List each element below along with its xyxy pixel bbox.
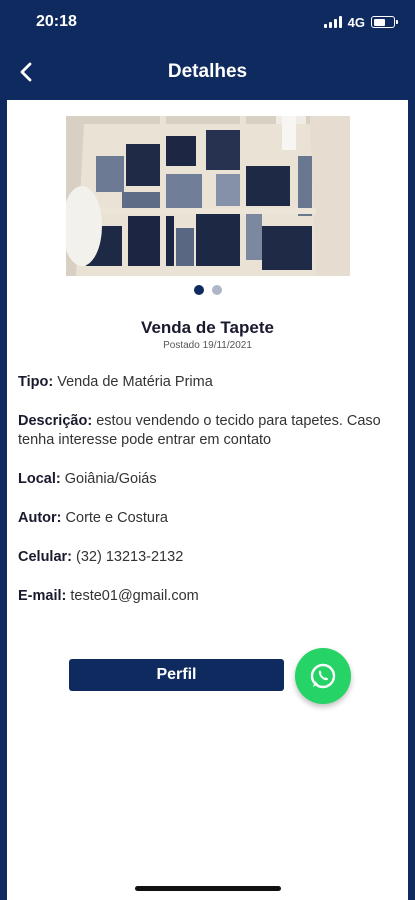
- detail-phone: Celular: (32) 13213-2132: [18, 548, 403, 567]
- detail-label: Local:: [18, 471, 61, 487]
- rug-photo: [66, 116, 350, 276]
- back-button[interactable]: [10, 56, 42, 88]
- detail-location: Local: Goiânia/Goiás: [18, 470, 403, 489]
- app-screen: 20:18 4G Detalhes Venda de Tapete Postad…: [0, 0, 415, 900]
- signal-icon: [323, 16, 342, 28]
- whatsapp-icon: [310, 663, 336, 689]
- detail-label: Tipo:: [18, 374, 54, 390]
- chevron-left-icon: [20, 62, 32, 82]
- detail-value: Corte e Costura: [65, 510, 168, 526]
- network-type: 4G: [347, 14, 365, 30]
- detail-value: Venda de Matéria Prima: [57, 374, 213, 390]
- detail-value[interactable]: teste01@gmail.com: [70, 588, 198, 604]
- carousel-indicator: [7, 285, 408, 295]
- detail-description: Descrição: estou vendendo o tecido para …: [18, 412, 403, 450]
- detail-type: Tipo: Venda de Matéria Prima: [18, 373, 403, 392]
- carousel-dot[interactable]: [211, 285, 222, 295]
- carousel-dot[interactable]: [193, 285, 204, 295]
- posted-date: Postado 19/11/2021: [163, 340, 252, 351]
- detail-label: Autor:: [18, 510, 62, 526]
- battery-icon: [371, 16, 398, 28]
- detail-label: Descrição:: [18, 413, 93, 429]
- profile-button[interactable]: Perfil: [69, 659, 284, 691]
- home-indicator: [135, 886, 281, 891]
- status-time: 20:18: [36, 13, 77, 30]
- page-title: Detalhes: [167, 61, 248, 82]
- app-header: Detalhes: [0, 44, 415, 100]
- detail-value: Goiânia/Goiás: [64, 471, 157, 487]
- detail-label: Celular:: [18, 549, 72, 565]
- whatsapp-button[interactable]: [295, 648, 351, 704]
- details-card: Venda de Tapete Postado 19/11/2021 Tipo:…: [7, 100, 408, 900]
- detail-email: E-mail: teste01@gmail.com: [18, 587, 403, 606]
- product-image[interactable]: [66, 116, 350, 276]
- status-indicators: 4G: [323, 14, 398, 30]
- status-bar: 20:18 4G: [0, 0, 415, 44]
- battery-level: [373, 18, 385, 26]
- ad-title: Venda de Tapete: [141, 318, 274, 337]
- detail-value[interactable]: (32) 13213-2132: [76, 549, 183, 565]
- detail-label: E-mail:: [18, 588, 67, 604]
- detail-author: Autor: Corte e Costura: [18, 509, 403, 528]
